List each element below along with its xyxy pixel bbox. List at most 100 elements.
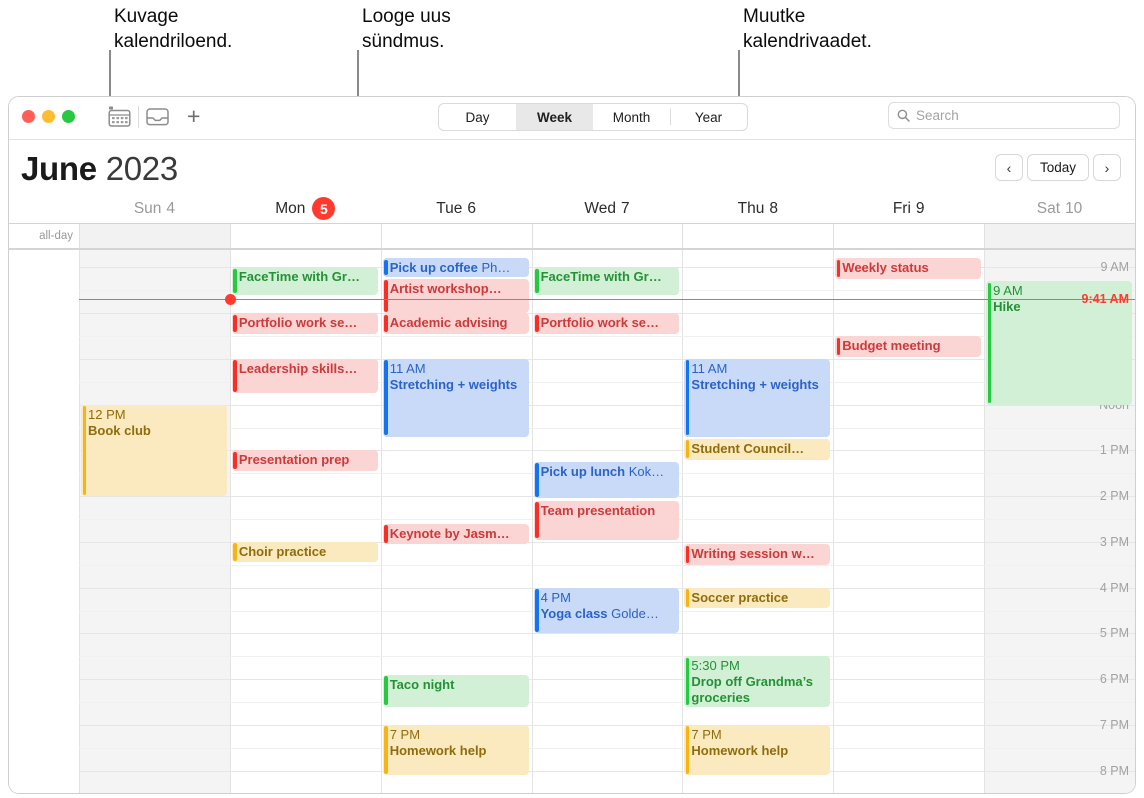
event-title: Homework help (691, 742, 789, 758)
day-header-label: Thu (737, 199, 765, 217)
day-header-wed[interactable]: Wed 7 (532, 194, 683, 223)
event-color-bar (685, 545, 690, 564)
day-header-mon[interactable]: Mon 5 (230, 194, 381, 223)
event-title: Artist workshop… (389, 280, 502, 296)
search-field[interactable]: Search (888, 102, 1120, 129)
event-color-bar (233, 268, 237, 294)
event-title: FaceTime with Gr… (540, 269, 662, 285)
calendar-event[interactable]: 5:30 PM Drop off Grandma’s groceries (684, 656, 831, 707)
today-button[interactable]: Today (1026, 154, 1089, 181)
day-column-fri[interactable] (833, 250, 984, 793)
day-header-label: Sat (1036, 199, 1061, 217)
day-header-label: Tue (436, 199, 463, 217)
hour-gridline (79, 679, 1135, 681)
calendar-event[interactable]: FaceTime with Gr… (231, 267, 378, 295)
event-location: Ph… (477, 260, 511, 276)
event-title: Academic advising (389, 315, 508, 331)
all-day-cell[interactable] (380, 224, 532, 248)
zoom-button[interactable] (62, 110, 75, 123)
tab-month[interactable]: Month (593, 104, 670, 130)
calendar-event[interactable]: 7 PM Homework help (684, 724, 831, 776)
event-time: 7 PM (389, 726, 421, 742)
event-title: Portfolio work se… (238, 315, 358, 331)
calendar-event[interactable]: FaceTime with Gr… (533, 267, 680, 295)
current-time-label: 9:41 AM (1081, 291, 1129, 306)
calendar-event[interactable]: Choir practice (231, 541, 378, 563)
event-color-bar (384, 676, 388, 706)
event-time: 12 PM (88, 406, 126, 422)
event-title: Choir practice (238, 543, 327, 559)
minimize-button[interactable] (42, 110, 55, 123)
event-time: 7 PM (691, 726, 722, 742)
calendar-event[interactable]: Leadership skills… (231, 358, 378, 394)
half-hour-gridline (79, 427, 1135, 429)
calendar-event[interactable]: Keynote by Jasm… (382, 523, 529, 545)
all-day-cell[interactable] (682, 224, 833, 248)
calendar-event[interactable]: Team presentation (533, 500, 680, 540)
event-title: Pick up coffee Ph… (389, 260, 511, 276)
calendar-event[interactable]: Taco night (382, 674, 529, 707)
prev-week-button[interactable]: ‹ (994, 154, 1023, 181)
view-segmented-control[interactable]: Day Week Month Year (438, 103, 748, 131)
day-column-sun[interactable] (79, 250, 230, 793)
event-color-bar (233, 543, 237, 561)
time-label: 4 PM (1099, 580, 1129, 595)
event-time: 11 AM (691, 360, 728, 376)
day-header-tue[interactable]: Tue 6 (381, 194, 532, 223)
all-day-cell[interactable] (531, 224, 683, 248)
calendar-event[interactable]: Writing session w… (684, 544, 831, 565)
calendar-event[interactable]: Portfolio work se… (533, 313, 680, 334)
tab-day[interactable]: Day (439, 104, 516, 130)
calendar-event[interactable]: Academic advising (382, 313, 529, 334)
calendar-event[interactable]: Student Council… (684, 438, 831, 460)
event-color-bar (685, 726, 690, 774)
calendar-event[interactable]: Pick up coffee Ph… (382, 258, 529, 277)
day-header-fri[interactable]: Fri 9 (833, 194, 984, 223)
time-label: 7 PM (1099, 717, 1129, 732)
all-day-cell[interactable] (79, 224, 230, 248)
calendar-event[interactable]: Budget meeting (835, 336, 982, 357)
day-header-sun[interactable]: Sun 4 (79, 194, 230, 223)
event-location: Golde… (607, 605, 659, 621)
calendar-event[interactable]: 7 PM Homework help (382, 724, 529, 776)
inbox-tray-icon[interactable] (145, 106, 170, 133)
calendar-event[interactable]: 11 AM Stretching + weights (684, 358, 831, 437)
calendar-event[interactable]: Artist workshop… (382, 278, 529, 314)
current-time-dot (224, 293, 236, 305)
calendar-event[interactable]: 12 PM Book club (81, 404, 227, 497)
event-title: Writing session w… (691, 546, 815, 562)
calendar-event[interactable]: 11 AM Stretching + weights (382, 358, 529, 437)
all-day-row: all-day (9, 223, 1135, 250)
day-header-number: 10 (1065, 199, 1083, 217)
day-column-thu[interactable] (682, 250, 833, 793)
date-navigation: ‹ Today › (994, 154, 1121, 181)
event-title: Stretching + weights (691, 376, 819, 392)
all-day-cell[interactable] (833, 224, 984, 248)
time-gutter (9, 250, 79, 793)
week-grid[interactable]: 9 AM10 AM11 AMNoon1 PM2 PM3 PM4 PM5 PM6 … (9, 250, 1135, 793)
window-toolbar: + Day Week Month Year Search (9, 97, 1135, 140)
tab-week[interactable]: Week (516, 104, 593, 130)
event-color-bar (685, 360, 690, 436)
callout-new-event: Looge uus sündmus. (362, 6, 451, 52)
calendar-event[interactable]: Weekly status (835, 258, 982, 279)
close-button[interactable] (22, 110, 35, 123)
calendar-grid-icon[interactable] (108, 106, 131, 133)
event-color-bar (233, 314, 237, 333)
all-day-cell[interactable] (229, 224, 381, 248)
calendar-event[interactable]: 4 PM Yoga class Golde… (533, 587, 680, 634)
day-header-sat[interactable]: Sat 10 (984, 194, 1135, 223)
event-color-bar (685, 589, 690, 607)
calendar-event[interactable]: Portfolio work se… (231, 313, 378, 334)
all-day-cell[interactable] (984, 224, 1135, 248)
calendar-event[interactable]: Soccer practice (684, 587, 831, 609)
day-header-thu[interactable]: Thu 8 (682, 194, 833, 223)
add-event-button[interactable]: + (187, 105, 200, 128)
event-title: Leadership skills… (238, 360, 358, 376)
next-week-button[interactable]: › (1093, 154, 1121, 181)
event-color-bar (535, 314, 539, 333)
calendar-event[interactable]: Pick up lunch Kok… (533, 461, 680, 499)
tab-year[interactable]: Year (670, 104, 747, 130)
calendar-event[interactable]: Presentation prep (231, 450, 378, 471)
event-color-bar (384, 525, 388, 543)
